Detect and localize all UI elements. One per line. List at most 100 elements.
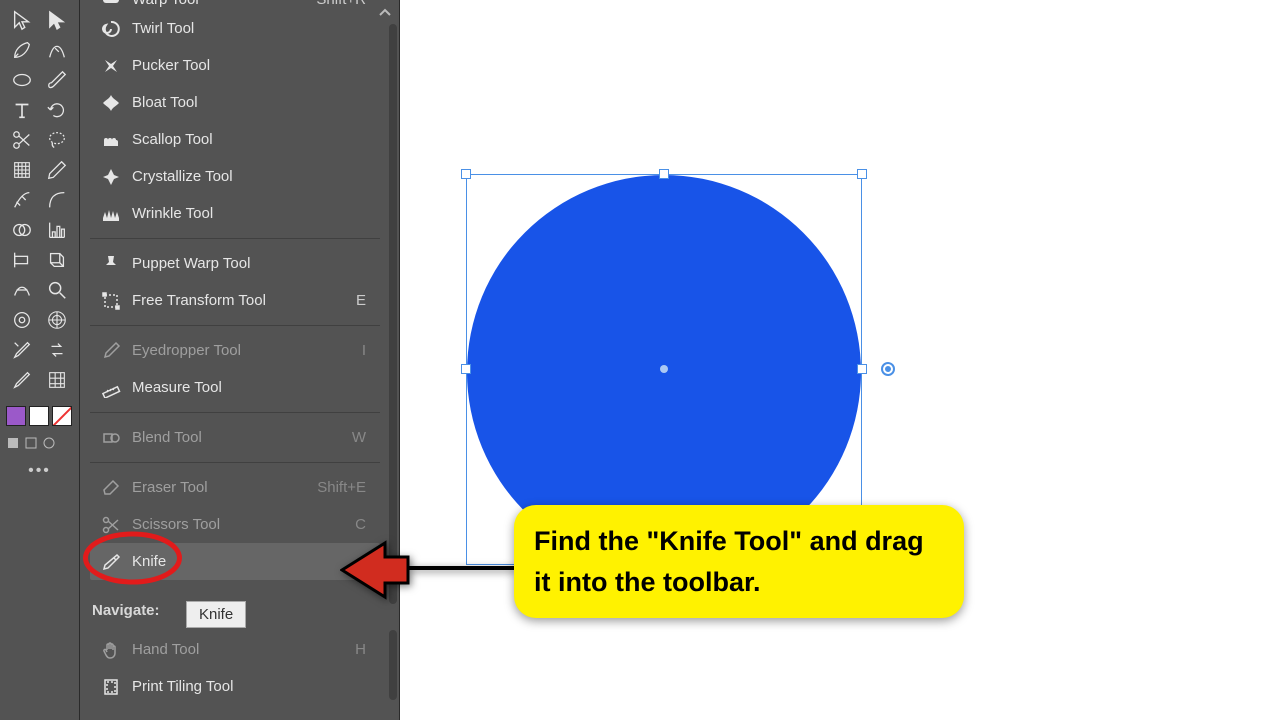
- panel-scrollbar[interactable]: [389, 24, 397, 720]
- tool-label: Measure Tool: [132, 379, 370, 396]
- zoom-icon[interactable]: [40, 276, 73, 304]
- type-icon[interactable]: [5, 96, 38, 124]
- warp-icon: [100, 0, 122, 10]
- none-swatch[interactable]: [52, 406, 72, 426]
- lasso-icon[interactable]: [40, 126, 73, 154]
- annotation-text: Find the "Knife Tool" and drag it into t…: [534, 526, 924, 597]
- bloat-icon: [100, 92, 122, 114]
- blend-icon: [100, 427, 122, 449]
- pen-icon[interactable]: [5, 36, 38, 64]
- transform-icon: [100, 290, 122, 312]
- tool-item-free-transform[interactable]: Free Transform Tool E: [90, 282, 380, 319]
- handle-tm[interactable]: [659, 169, 669, 179]
- eraser-icon: [100, 477, 122, 499]
- handle-mr[interactable]: [857, 364, 867, 374]
- shape-builder-icon[interactable]: [5, 216, 38, 244]
- smooth-icon[interactable]: [5, 336, 38, 364]
- tool-item-eraser[interactable]: Eraser Tool Shift+E: [90, 469, 380, 506]
- tool-label: Hand Tool: [132, 641, 355, 658]
- direct-selection-icon[interactable]: [40, 6, 73, 34]
- shaper-icon[interactable]: [5, 276, 38, 304]
- paintbrush-icon[interactable]: [40, 66, 73, 94]
- mini-solid-icon[interactable]: [6, 436, 20, 450]
- pin-icon: [100, 253, 122, 275]
- tool-item-print-tiling[interactable]: Print Tiling Tool: [90, 668, 380, 705]
- eyedropper-icon: [100, 340, 122, 362]
- wrinkle-icon: [100, 203, 122, 225]
- tool-label: Pucker Tool: [132, 57, 370, 74]
- tool-shortcut: I: [362, 342, 370, 359]
- perspective-icon[interactable]: [40, 246, 73, 274]
- ellipse-icon[interactable]: [5, 66, 38, 94]
- tool-item-puppet-warp[interactable]: Puppet Warp Tool: [90, 245, 380, 282]
- tool-label: Eraser Tool: [132, 479, 317, 496]
- tool-item-eyedropper[interactable]: Eyedropper Tool I: [90, 332, 380, 369]
- divider: [90, 238, 380, 239]
- tool-item-pucker[interactable]: Pucker Tool: [90, 47, 380, 84]
- mini-gradient-icon[interactable]: [24, 436, 38, 450]
- toolbar: •••: [0, 0, 80, 720]
- divider: [90, 325, 380, 326]
- tool-item-warp[interactable]: Warp Tool Shift+R: [90, 0, 380, 10]
- scissors-cut-icon[interactable]: [5, 126, 38, 154]
- tool-grid: [0, 0, 79, 400]
- tool-label: Warp Tool: [132, 0, 316, 8]
- scallop-icon: [100, 129, 122, 151]
- pucker-icon: [100, 55, 122, 77]
- selection-arrow-icon[interactable]: [5, 6, 38, 34]
- rotate-icon[interactable]: [40, 96, 73, 124]
- tiling-icon: [100, 676, 122, 698]
- width-icon[interactable]: [5, 186, 38, 214]
- graph-icon[interactable]: [40, 216, 73, 244]
- grid-icon[interactable]: [40, 366, 73, 394]
- tool-item-wrinkle[interactable]: Wrinkle Tool: [90, 195, 380, 232]
- tool-label: Print Tiling Tool: [132, 678, 370, 695]
- align-icon[interactable]: [5, 246, 38, 274]
- tool-item-scallop[interactable]: Scallop Tool: [90, 121, 380, 158]
- liquify-icon[interactable]: [5, 306, 38, 334]
- tool-label: Scallop Tool: [132, 131, 370, 148]
- crystallize-icon: [100, 166, 122, 188]
- polar-icon[interactable]: [40, 306, 73, 334]
- swap-icon[interactable]: [40, 336, 73, 364]
- center-point: [660, 365, 668, 373]
- tool-label: Wrinkle Tool: [132, 205, 370, 222]
- tool-shortcut: H: [355, 641, 370, 658]
- chevron-up-icon[interactable]: [377, 6, 393, 18]
- annotation-callout: Find the "Knife Tool" and drag it into t…: [514, 505, 964, 618]
- handle-tr[interactable]: [857, 169, 867, 179]
- fill-swatch[interactable]: [6, 406, 26, 426]
- curvature-icon[interactable]: [40, 36, 73, 64]
- tool-shortcut: C: [355, 516, 370, 533]
- tool-shortcut: Shift+E: [317, 479, 370, 496]
- annotation-arrow: [340, 535, 515, 605]
- handle-tl[interactable]: [461, 169, 471, 179]
- more-tools-icon[interactable]: •••: [0, 454, 79, 488]
- reference-point-icon[interactable]: [881, 362, 895, 376]
- mini-none-icon[interactable]: [42, 436, 56, 450]
- stroke-swatch[interactable]: [29, 406, 49, 426]
- tool-item-measure[interactable]: Measure Tool: [90, 369, 380, 406]
- ruler-icon: [100, 377, 122, 399]
- tool-item-hand[interactable]: Hand Tool H: [90, 631, 380, 668]
- tool-label: Bloat Tool: [132, 94, 370, 111]
- tool-label: Blend Tool: [132, 429, 352, 446]
- swatches: [0, 400, 79, 432]
- handle-ml[interactable]: [461, 364, 471, 374]
- tool-shortcut: W: [352, 429, 370, 446]
- divider: [90, 462, 380, 463]
- tool-item-twirl[interactable]: Twirl Tool: [90, 10, 380, 47]
- twirl-icon: [100, 18, 122, 40]
- mesh-icon[interactable]: [5, 156, 38, 184]
- pencil-icon[interactable]: [40, 156, 73, 184]
- anchor-icon[interactable]: [5, 366, 38, 394]
- hand-icon: [100, 639, 122, 661]
- tool-label: Free Transform Tool: [132, 292, 356, 309]
- arc-icon[interactable]: [40, 186, 73, 214]
- tool-item-blend[interactable]: Blend Tool W: [90, 419, 380, 456]
- mini-swatch-row: [0, 432, 79, 454]
- tool-label: Eyedropper Tool: [132, 342, 362, 359]
- tool-item-bloat[interactable]: Bloat Tool: [90, 84, 380, 121]
- tool-item-crystallize[interactable]: Crystallize Tool: [90, 158, 380, 195]
- tooltip-knife: Knife: [186, 601, 246, 628]
